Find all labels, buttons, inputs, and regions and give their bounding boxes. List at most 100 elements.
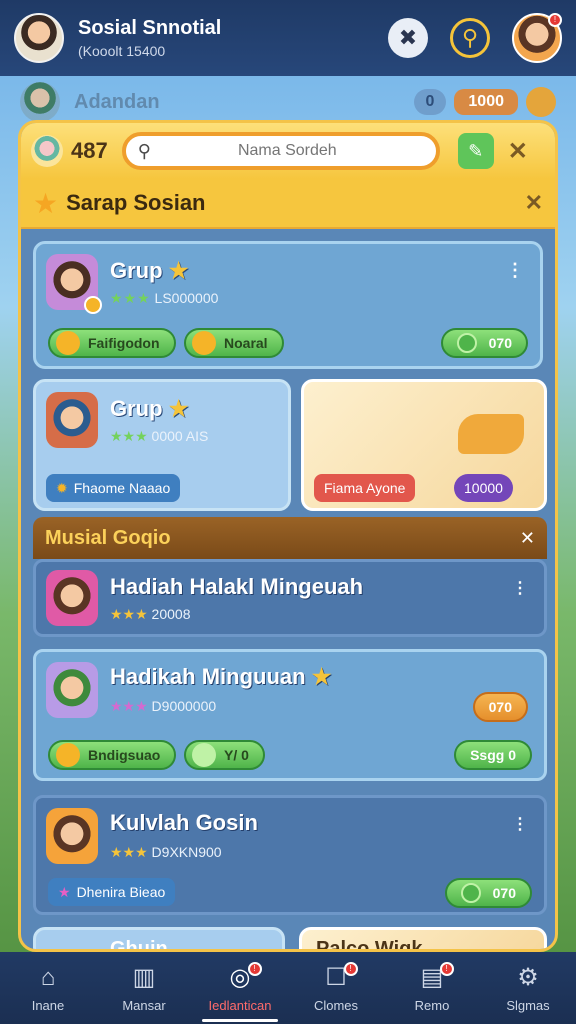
panel-header: 487 ⚲ ✎ ✕ <box>21 123 555 179</box>
tile-name: Grup ★ <box>110 396 189 421</box>
section-close-button[interactable]: ✕ <box>525 190 543 216</box>
level-number: 487 <box>71 138 108 163</box>
close-panel-button[interactable]: ✕ <box>508 137 528 166</box>
card-name: Grup ★ <box>110 258 189 283</box>
card-list: Grup ★ ★★★ LS000000 ⋮ Faifigodon Noaral … <box>21 229 555 369</box>
value-pill[interactable]: 070 <box>440 328 528 358</box>
magnifier-icon: ⚲ <box>137 140 151 161</box>
active-indicator <box>202 1019 278 1022</box>
pill-button-b[interactable]: Noaral <box>184 328 284 358</box>
notification-badge: ! <box>439 962 454 976</box>
background-pill-a: 0 <box>413 89 447 115</box>
search-input[interactable] <box>150 142 424 160</box>
peek-left-name: Ghuin <box>110 938 168 952</box>
peek-tile-right[interactable]: Palco Wigk <box>299 927 547 952</box>
key-icon <box>458 414 524 454</box>
user-avatar[interactable] <box>14 13 64 63</box>
nav-label: Mansar <box>122 998 166 1013</box>
reward-chip-b[interactable]: 10000 <box>454 474 513 502</box>
more-menu-icon[interactable]: ⋮ <box>506 260 524 281</box>
reward-chip-a[interactable]: Fiama Ayone <box>314 474 416 502</box>
chart-icon: ▥ <box>132 964 156 991</box>
more-menu-icon[interactable]: ⋮ <box>512 814 528 834</box>
sub-section-title: Musial Goqio <box>45 526 171 549</box>
row-meta: ★★★ D9000000 <box>110 698 217 714</box>
member-avatar <box>46 662 98 718</box>
profile-avatar-button[interactable]: ! <box>512 13 562 63</box>
card-meta: ★★★ LS000000 <box>110 290 219 306</box>
row-name: Kulvlah Gosin <box>110 810 258 835</box>
row-name: Hadiah Halakl Mingeuah <box>110 574 364 599</box>
check-icon <box>192 743 216 767</box>
peek-tile-left[interactable]: Ghuin <box>33 927 285 952</box>
social-panel: 487 ⚲ ✎ ✕ ★ Sarap Sosian ✕ Grup ★ ★★★ LS… <box>18 120 558 952</box>
badge-icon <box>84 296 102 314</box>
reward-tile[interactable]: Fiama Ayone 10000 <box>301 379 547 511</box>
star-icon: ★ <box>33 187 59 219</box>
row-meta: ★★★ 20008 <box>110 606 191 622</box>
app-title: Sosial Snnotial <box>78 17 222 39</box>
value-pill[interactable]: 070 <box>444 878 532 908</box>
more-menu-icon[interactable]: ⋮ <box>512 578 528 598</box>
nav-label: Clomes <box>313 998 359 1013</box>
reward-row[interactable]: Kulvlah Gosin ★★★ D9XKN900 ⋮ ★ Dhenira Bi… <box>33 795 547 915</box>
tag-icon <box>192 331 216 355</box>
nav-item-iedlantican[interactable]: ◎ ! Iedlantican <box>192 952 288 1024</box>
coin-icon <box>56 743 80 767</box>
level-avatar <box>31 135 63 167</box>
tile-chip[interactable]: ✹ Fhaome Naaao <box>46 474 181 502</box>
search-icon[interactable]: ⚲ <box>450 18 490 58</box>
section-header: ★ Sarap Sosian ✕ <box>21 179 555 229</box>
nav-item-inane[interactable]: ⌂ Inane <box>0 952 96 1024</box>
peek-right-name: Palco Wigk <box>316 938 423 952</box>
top-bar: Sosial Snnotial (Kooolt 15400 ✖ ⚲ ! <box>0 0 576 76</box>
check-icon <box>460 883 481 903</box>
nav-item-remo[interactable]: ▤ ! Remo <box>384 952 480 1024</box>
coin-icon <box>56 331 80 355</box>
nav-item-mansar[interactable]: ▥ Mansar <box>96 952 192 1024</box>
member-avatar <box>46 254 102 314</box>
background-strip: Adandan 0 1000 <box>20 82 556 122</box>
row-meta: ★★★ D9XKN900 <box>110 844 222 860</box>
sub-section-header: Musial Goqio ✕ <box>33 517 547 559</box>
notification-badge: ! <box>247 962 262 976</box>
gift-icon: ✹ <box>56 479 68 496</box>
nav-label: Inane <box>31 997 65 1013</box>
nav-item-clomes[interactable]: ☐ ! Clomes <box>288 952 384 1024</box>
sub-section-close-button[interactable]: ✕ <box>520 528 535 549</box>
member-avatar <box>46 392 98 448</box>
edit-button[interactable]: ✎ <box>457 133 494 169</box>
background-label: Adandan <box>74 90 160 113</box>
nav-label: Remo <box>414 998 450 1013</box>
app-subtitle: (Kooolt 15400 <box>78 43 166 59</box>
section-title: Sarap Sosian <box>66 190 206 215</box>
title-block: Sosial Snnotial (Kooolt 15400 <box>78 17 221 59</box>
tile-meta: ★★★ 0000 AIS <box>110 428 209 444</box>
notification-badge: ! <box>548 13 562 27</box>
action-button[interactable]: Ssgg 0 <box>454 740 532 770</box>
group-tile[interactable]: Grup ★ ★★★ 0000 AIS ✹ Fhaome Naaao <box>33 379 291 511</box>
star-icon: ★ <box>58 883 71 900</box>
pill-button-a[interactable]: Faifigodon <box>48 328 176 358</box>
nav-item-slgmas[interactable]: ⚙ Slgmas <box>480 952 576 1024</box>
member-avatar <box>46 570 98 626</box>
bottom-nav: ⌂ Inane ▥ Mansar ◎ ! Iedlantican ☐ ! Clo… <box>0 952 576 1024</box>
tools-icon[interactable]: ✖ <box>388 18 428 58</box>
search-box[interactable]: ⚲ <box>121 132 440 170</box>
group-card[interactable]: Grup ★ ★★★ LS000000 ⋮ Faifigodon Noaral … <box>33 241 543 369</box>
top-icons: ✖ ⚲ ! <box>388 13 562 63</box>
row-name: Hadikah Minguuan ★ <box>110 664 332 689</box>
nav-label: Slgmas <box>506 998 550 1013</box>
pill-button-b[interactable]: Y/ 0 <box>184 740 265 770</box>
member-avatar <box>46 808 98 864</box>
reward-row[interactable]: Hadikah Minguuan ★ ★★★ D9000000 070 Bndi… <box>33 649 547 781</box>
coin-icon <box>526 87 556 117</box>
row-chip[interactable]: ★ Dhenira Bieao <box>48 878 176 906</box>
pill-button-a[interactable]: Bndigsuao <box>48 740 177 770</box>
home-icon: ⌂ <box>40 963 56 991</box>
nav-label: Iedlantican <box>208 998 272 1013</box>
value-pill[interactable]: 070 <box>472 692 528 722</box>
notification-badge: ! <box>343 962 358 976</box>
background-avatar <box>20 82 60 122</box>
reward-row[interactable]: Hadiah Halakl Mingeuah ★★★ 20008 ⋮ <box>33 559 547 637</box>
